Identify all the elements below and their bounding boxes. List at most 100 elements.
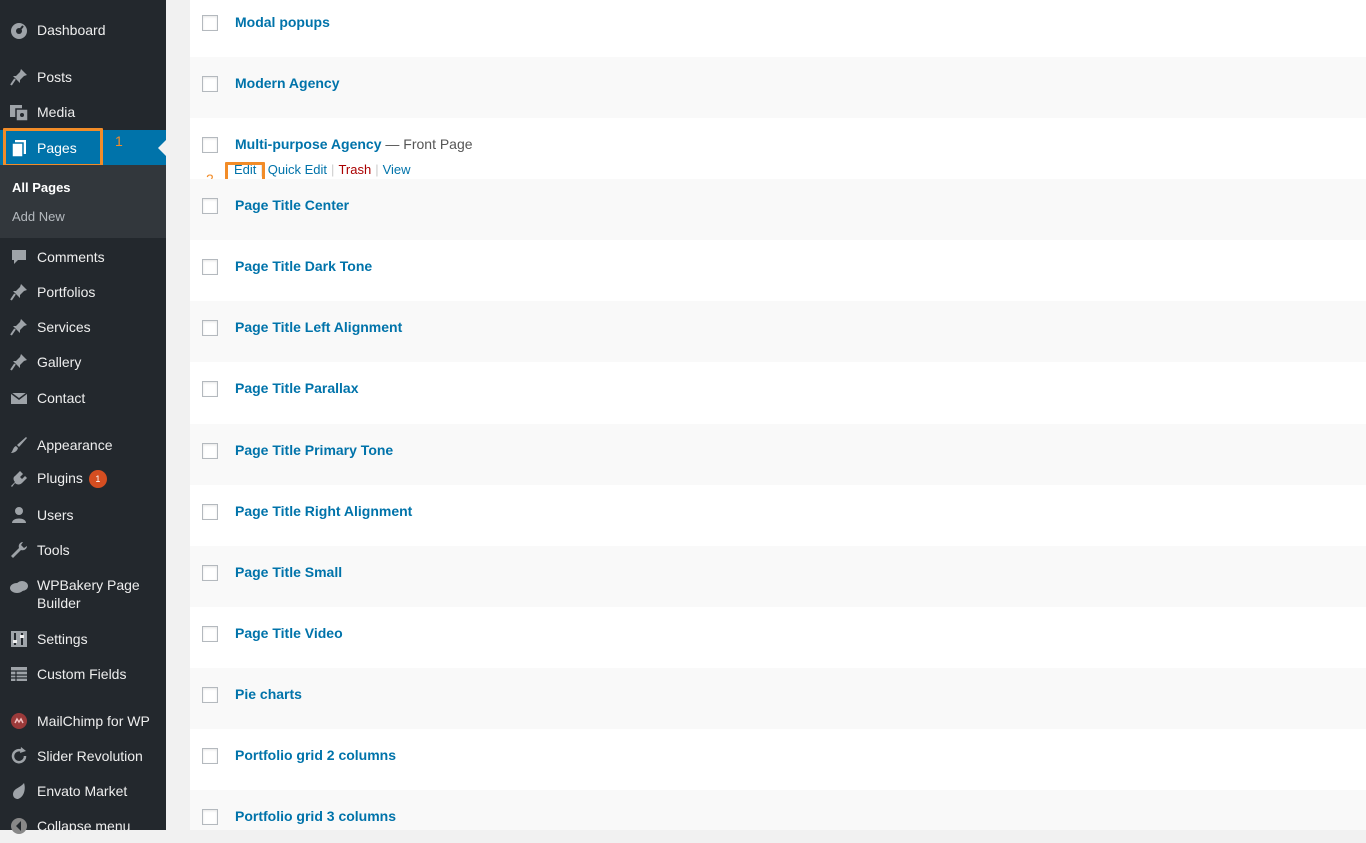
- submenu-all-pages[interactable]: All Pages: [12, 180, 71, 195]
- row-checkbox[interactable]: [202, 809, 218, 825]
- table-row: Page Title Primary Tone: [190, 424, 1366, 485]
- menu-media[interactable]: Media: [0, 94, 166, 129]
- view-link[interactable]: View: [383, 162, 411, 177]
- pin-icon: [9, 352, 29, 372]
- page-title-link[interactable]: Page Title Primary Tone: [235, 442, 393, 458]
- menu-contact[interactable]: Contact: [0, 380, 166, 415]
- page-title-link[interactable]: Portfolio grid 3 columns: [235, 808, 396, 824]
- table-row: Page Title Right Alignment: [190, 485, 1366, 546]
- sliders-icon: [9, 629, 29, 649]
- page-title-link[interactable]: Page Title Dark Tone: [235, 258, 372, 274]
- table-row: Modal popups: [190, 0, 1366, 57]
- page-title-link[interactable]: Page Title Center: [235, 197, 349, 213]
- menu-gallery[interactable]: Gallery: [0, 344, 166, 379]
- menu-comments-label: Comments: [37, 248, 105, 265]
- menu-posts[interactable]: Posts: [0, 59, 166, 94]
- row-checkbox[interactable]: [202, 76, 218, 92]
- table-icon: [9, 664, 29, 684]
- menu-services[interactable]: Services: [0, 309, 166, 344]
- highlight-box-pages: [3, 128, 103, 167]
- row-checkbox[interactable]: [202, 198, 218, 214]
- page-title-link[interactable]: Multi-purpose Agency: [235, 136, 382, 152]
- menu-plugins-text: Plugins: [37, 470, 83, 487]
- row-checkbox[interactable]: [202, 320, 218, 336]
- page-title-link[interactable]: Modern Agency: [235, 75, 340, 91]
- menu-wpbakery-label: WPBakery Page Builder: [37, 577, 140, 611]
- pin-icon: [9, 317, 29, 337]
- menu-mailchimp[interactable]: MailChimp for WP: [0, 703, 166, 738]
- refresh-icon: [9, 746, 29, 766]
- dashboard-icon: [9, 20, 29, 40]
- row-checkbox[interactable]: [202, 259, 218, 275]
- menu-tools[interactable]: Tools: [0, 532, 166, 567]
- active-arrow: [158, 139, 166, 156]
- menu-gallery-label: Gallery: [37, 353, 82, 370]
- admin-sidebar: Dashboard Posts Media Pages 1 All Pages …: [0, 0, 166, 834]
- menu-custom-fields[interactable]: Custom Fields: [0, 656, 166, 691]
- menu-dashboard[interactable]: Dashboard: [0, 12, 166, 47]
- brush-icon: [9, 435, 29, 455]
- trash-link[interactable]: Trash: [338, 162, 371, 177]
- row-checkbox[interactable]: [202, 565, 218, 581]
- comment-icon: [9, 247, 29, 267]
- table-row: Modern Agency: [190, 57, 1366, 118]
- menu-settings[interactable]: Settings: [0, 621, 166, 656]
- menu-plugins-label: Plugins 1: [37, 469, 107, 488]
- page-title-link[interactable]: Pie charts: [235, 686, 302, 702]
- table-row: Portfolio grid 3 columns: [190, 790, 1366, 830]
- annotation-number-1: 1: [115, 133, 123, 149]
- collapse-menu-label: Collapse menu: [37, 817, 131, 834]
- user-icon: [9, 505, 29, 525]
- menu-contact-label: Contact: [37, 389, 86, 406]
- plug-icon: [9, 470, 29, 490]
- mailchimp-icon: [9, 711, 29, 731]
- page-title-link[interactable]: Portfolio grid 2 columns: [235, 747, 396, 763]
- menu-services-label: Services: [37, 318, 91, 335]
- table-row: Multi-purpose Agency — Front Page Edit | Q…: [190, 118, 1366, 188]
- page-title-link[interactable]: Page Title Right Alignment: [235, 503, 412, 519]
- table-row: Page Title Dark Tone: [190, 240, 1366, 301]
- table-row: Page Title Small: [190, 546, 1366, 607]
- row-checkbox[interactable]: [202, 15, 218, 31]
- row-checkbox[interactable]: [202, 504, 218, 520]
- page-title-link[interactable]: Page Title Left Alignment: [235, 319, 402, 335]
- page-title-link[interactable]: Page Title Small: [235, 564, 342, 580]
- menu-custom-fields-label: Custom Fields: [37, 665, 127, 682]
- table-row: Portfolio grid 2 columns: [190, 729, 1366, 790]
- collapse-menu-button[interactable]: Collapse menu: [0, 808, 166, 843]
- menu-wpbakery[interactable]: WPBakery Page Builder: [0, 568, 166, 620]
- page-state-label: — Front Page: [381, 136, 473, 152]
- quick-edit-link[interactable]: Quick Edit: [268, 162, 327, 177]
- table-row: Page Title Center: [190, 179, 1366, 240]
- row-checkbox[interactable]: [202, 687, 218, 703]
- page-title-link[interactable]: Page Title Parallax: [235, 380, 358, 396]
- cloud-icon: [9, 577, 29, 597]
- menu-users-label: Users: [37, 506, 74, 523]
- menu-slider-revolution[interactable]: Slider Revolution: [0, 738, 166, 773]
- menu-slider-revolution-label: Slider Revolution: [37, 747, 143, 764]
- pages-submenu: All Pages Add New: [0, 165, 166, 238]
- menu-portfolios[interactable]: Portfolios: [0, 274, 166, 309]
- menu-appearance[interactable]: Appearance: [0, 427, 166, 462]
- page-title-wrap: Multi-purpose Agency — Front Page: [235, 136, 473, 152]
- menu-plugins[interactable]: Plugins 1: [0, 462, 166, 497]
- menu-envato[interactable]: Envato Market: [0, 773, 166, 808]
- row-checkbox[interactable]: [202, 626, 218, 642]
- media-icon: [9, 102, 29, 122]
- row-checkbox[interactable]: [202, 443, 218, 459]
- submenu-add-new[interactable]: Add New: [12, 209, 65, 224]
- collapse-icon: [9, 816, 29, 836]
- row-checkbox[interactable]: [202, 137, 218, 153]
- wrench-icon: [9, 540, 29, 560]
- row-checkbox[interactable]: [202, 748, 218, 764]
- separator: |: [375, 162, 379, 177]
- row-checkbox[interactable]: [202, 381, 218, 397]
- page-title-link[interactable]: Page Title Video: [235, 625, 343, 641]
- mail-icon: [9, 388, 29, 408]
- menu-mailchimp-label: MailChimp for WP: [37, 712, 150, 729]
- menu-comments[interactable]: Comments: [0, 239, 166, 274]
- pin-icon: [9, 282, 29, 302]
- menu-users[interactable]: Users: [0, 497, 166, 532]
- page-title-link[interactable]: Modal popups: [235, 14, 330, 30]
- menu-media-label: Media: [37, 103, 76, 120]
